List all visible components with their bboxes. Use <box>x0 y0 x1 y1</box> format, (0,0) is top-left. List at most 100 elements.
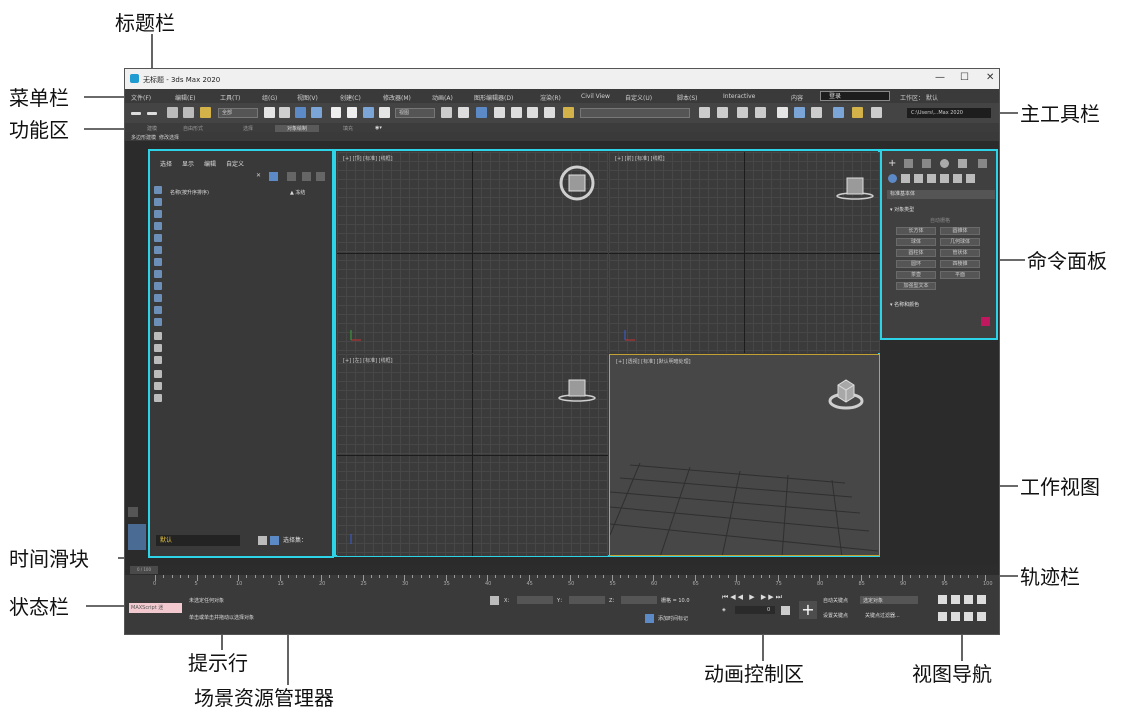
schematic-view-icon[interactable] <box>794 107 805 118</box>
filter-cameras-icon[interactable] <box>154 222 162 230</box>
cameras-icon[interactable] <box>927 174 936 183</box>
scene-explorer-toggle-icon[interactable] <box>737 107 748 118</box>
key-filters-button[interactable]: 关键点过滤器... <box>865 612 900 619</box>
ribbon-sub-modify-selection[interactable]: 修改选择 <box>159 134 179 141</box>
lights-icon[interactable] <box>914 174 923 183</box>
tube-button[interactable]: 管状体 <box>940 249 980 257</box>
display-none-icon[interactable] <box>154 344 162 352</box>
viewcube-top[interactable] <box>549 157 608 207</box>
filter-hidden-icon[interactable] <box>154 318 162 326</box>
render-production-icon[interactable] <box>871 107 882 118</box>
display-tab-icon[interactable] <box>958 159 967 168</box>
render-frame-icon[interactable] <box>852 107 863 118</box>
layer-explorer-icon[interactable] <box>755 107 766 118</box>
keyboard-shortcut-toggle-icon[interactable] <box>476 107 487 118</box>
box-button[interactable]: 长方体 <box>896 227 936 235</box>
z-field[interactable] <box>621 596 657 604</box>
y-field[interactable] <box>569 596 605 604</box>
cone-button[interactable]: 圆锥体 <box>940 227 980 235</box>
section-name-color[interactable]: ▾ 名称和颜色 <box>890 301 919 308</box>
window-crossing-icon[interactable] <box>311 107 322 118</box>
filter-shapes-icon[interactable] <box>154 198 162 206</box>
ribbon-options-icon[interactable]: ◉▾ <box>375 125 382 131</box>
rotate-icon[interactable] <box>347 107 357 118</box>
folder-icon[interactable] <box>154 394 162 402</box>
explorer-close-icon[interactable]: ✕ <box>256 172 265 181</box>
ribbon-tab-selection[interactable]: 选择 <box>243 125 253 132</box>
geosphere-button[interactable]: 几何球体 <box>940 238 980 246</box>
zoom-icon[interactable] <box>938 595 947 604</box>
time-slider-thumb[interactable]: 0 / 100 <box>130 566 158 574</box>
viewport-left-label[interactable]: [+] [左] [标准] [线框] <box>343 357 393 364</box>
time-tag-icon[interactable] <box>645 614 654 623</box>
filter-lights-icon[interactable] <box>154 210 162 218</box>
systems-icon[interactable] <box>966 174 975 183</box>
filter-helpers-icon[interactable] <box>154 234 162 242</box>
curve-editor-icon[interactable] <box>777 107 788 118</box>
signin-field[interactable]: 登录 <box>820 91 890 101</box>
explorer-column-frozen[interactable]: ▲ 冻结 <box>290 189 305 196</box>
viewport-front[interactable]: [+] [前] [标准] [线框] <box>609 152 880 353</box>
ribbon-tab-object-paint[interactable]: 对象绘制 <box>275 125 320 132</box>
ribbon-tab-populate[interactable]: 填充 <box>343 125 353 132</box>
viewcube-perspective[interactable] <box>826 373 866 413</box>
filter-groups-icon[interactable] <box>154 258 162 266</box>
move-icon[interactable] <box>331 107 341 118</box>
bind-space-warp-icon[interactable] <box>200 107 211 118</box>
hierarchy-tab-icon[interactable] <box>922 159 931 168</box>
menu-interactive[interactable]: Interactive <box>723 93 755 100</box>
explorer-tab-edit[interactable]: 编辑 <box>204 161 216 168</box>
viewport-perspective[interactable]: [+] [透视] [标准] [默认明暗处理] <box>609 354 880 556</box>
redo-icon[interactable] <box>147 112 157 115</box>
menu-animation[interactable]: 动画(A) <box>432 93 453 102</box>
time-config-icon[interactable] <box>781 606 790 615</box>
autogrid-checkbox[interactable]: 自动栅格 <box>930 217 950 224</box>
maxscript-listener[interactable]: MAXScript 迷 <box>129 603 182 613</box>
display-all-icon[interactable] <box>154 332 162 340</box>
torus-button[interactable]: 圆环 <box>896 260 936 268</box>
ribbon-sub-polymodeling[interactable]: 多边形建模 <box>131 134 156 141</box>
zoom-extents-all-icon[interactable] <box>977 595 986 604</box>
explorer-column-name[interactable]: 名称(按升序排序) <box>170 189 209 196</box>
ribbon-tab-freeform[interactable]: 自由形式 <box>183 125 203 132</box>
unlink-icon[interactable] <box>183 107 194 118</box>
helpers-icon[interactable] <box>940 174 949 183</box>
section-object-type[interactable]: ▾ 对象类型 <box>890 206 914 213</box>
absolute-mode-icon[interactable] <box>490 596 499 605</box>
scale-icon[interactable] <box>363 107 374 118</box>
selection-set-options-icon[interactable] <box>258 536 267 545</box>
rectangular-selection-icon[interactable] <box>295 107 306 118</box>
maximize-button[interactable]: ☐ <box>960 72 969 83</box>
spacewarps-icon[interactable] <box>953 174 962 183</box>
viewport-layout-tab[interactable] <box>128 524 146 550</box>
modify-tab-icon[interactable] <box>904 159 913 168</box>
edit-named-selection-icon[interactable] <box>563 107 574 118</box>
field-of-view-icon[interactable] <box>938 612 947 621</box>
percent-snap-icon[interactable] <box>527 107 538 118</box>
filter-geometry-icon[interactable] <box>154 186 162 194</box>
select-by-name-icon[interactable] <box>279 107 290 118</box>
menu-file[interactable]: 文件(F) <box>131 93 151 102</box>
sphere-button[interactable]: 球体 <box>896 238 936 246</box>
filter-spacewarps-icon[interactable] <box>154 246 162 254</box>
named-selection-dropdown[interactable] <box>580 108 690 118</box>
filter-bones-icon[interactable] <box>154 282 162 290</box>
cylinder-button[interactable]: 圆柱体 <box>896 249 936 257</box>
expand-panel-icon[interactable] <box>128 507 138 517</box>
menu-scripting[interactable]: 脚本(S) <box>677 93 698 102</box>
explorer-filter-icon[interactable] <box>269 172 278 181</box>
viewcube-front[interactable] <box>833 170 877 206</box>
align-icon[interactable] <box>717 107 728 118</box>
funnel-icon[interactable] <box>154 382 162 390</box>
add-time-tag[interactable]: 添加时间标记 <box>658 615 688 622</box>
time-slider[interactable]: 0 / 100 <box>125 565 999 575</box>
menu-create[interactable]: 创建(C) <box>340 93 361 102</box>
object-color-swatch[interactable] <box>981 317 990 326</box>
filter-xrefs-icon[interactable] <box>154 270 162 278</box>
reference-coordinate-dropdown[interactable]: 视图 <box>395 108 435 118</box>
select-manipulate-icon[interactable] <box>458 107 469 118</box>
zoom-extents-icon[interactable] <box>964 595 973 604</box>
explorer-tab-select[interactable]: 选择 <box>160 161 172 168</box>
explorer-hierarchy-icon[interactable] <box>302 172 311 181</box>
viewport-top-label[interactable]: [+] [顶] [标准] [线框] <box>343 155 393 162</box>
